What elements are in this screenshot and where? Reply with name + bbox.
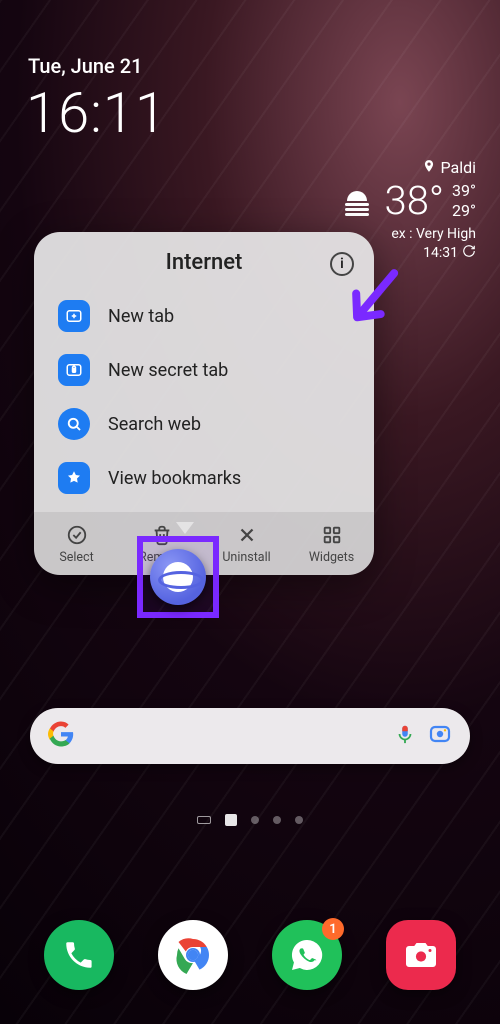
mic-icon[interactable]: [394, 723, 416, 749]
app-context-popup: Internet i New tab New secret tab Search…: [34, 232, 374, 575]
samsung-internet-app-icon[interactable]: [150, 549, 206, 605]
search-icon: [58, 408, 90, 440]
pager-dot: [251, 816, 259, 824]
menu-item-label: New tab: [108, 306, 174, 327]
google-search-bar[interactable]: [30, 708, 470, 764]
pager-current-icon: [225, 814, 237, 826]
action-label: Select: [59, 550, 93, 565]
widgets-icon: [321, 524, 343, 546]
menu-item-label: View bookmarks: [108, 468, 241, 489]
notification-badge: 1: [322, 918, 344, 940]
pager-dot: [273, 816, 281, 824]
location-pin-icon: [422, 158, 436, 177]
popup-title: Internet: [166, 250, 243, 275]
weather-low: 29°: [452, 201, 476, 220]
status-time: 16:11: [26, 80, 167, 146]
weather-temp: 38°: [385, 177, 445, 224]
secret-tab-icon: [58, 354, 90, 386]
refresh-icon[interactable]: [462, 244, 476, 262]
action-label: Uninstall: [222, 550, 270, 565]
status-date: Tue, June 21: [28, 54, 142, 78]
chrome-app-icon[interactable]: [158, 920, 228, 990]
google-logo-icon: [48, 721, 74, 751]
home-page-indicator[interactable]: [0, 814, 500, 826]
menu-item-bookmarks[interactable]: View bookmarks: [34, 451, 374, 512]
menu-item-search-web[interactable]: Search web: [34, 397, 374, 451]
menu-item-secret-tab[interactable]: New secret tab: [34, 343, 374, 397]
phone-app-icon[interactable]: [44, 920, 114, 990]
bookmark-icon: [58, 462, 90, 494]
action-select[interactable]: Select: [34, 512, 119, 575]
camera-app-icon[interactable]: [386, 920, 456, 990]
weather-high: 39°: [452, 181, 476, 200]
lens-icon[interactable]: [428, 722, 452, 750]
whatsapp-app-icon[interactable]: 1: [272, 920, 342, 990]
weather-updated: 14:31: [423, 245, 458, 261]
close-icon: [236, 524, 258, 546]
menu-item-label: Search web: [108, 414, 201, 435]
action-label: Widgets: [309, 550, 354, 565]
action-widgets[interactable]: Widgets: [289, 512, 374, 575]
pager-tray-icon: [197, 816, 211, 824]
menu-item-label: New secret tab: [108, 360, 228, 381]
dock: 1: [0, 920, 500, 990]
new-tab-icon: [58, 300, 90, 332]
popup-pointer: [176, 522, 194, 534]
select-icon: [66, 524, 88, 546]
weather-location: Paldi: [440, 158, 476, 177]
planet-icon: [163, 562, 193, 592]
pager-dot: [295, 816, 303, 824]
fog-icon: [337, 181, 377, 221]
